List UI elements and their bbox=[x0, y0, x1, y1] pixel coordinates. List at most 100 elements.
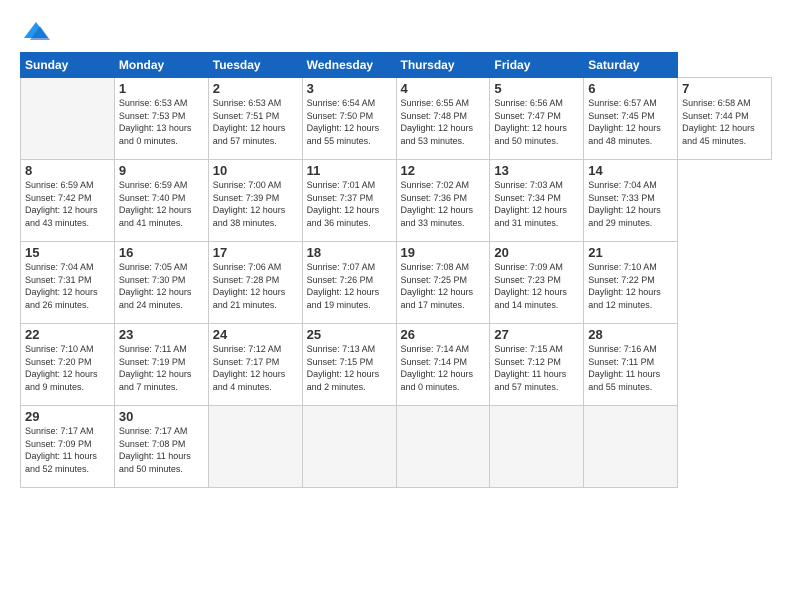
weekday-row: SundayMondayTuesdayWednesdayThursdayFrid… bbox=[21, 53, 772, 78]
day-info: Sunrise: 6:59 AMSunset: 7:40 PMDaylight:… bbox=[119, 179, 204, 229]
calendar-day-cell: 4Sunrise: 6:55 AMSunset: 7:48 PMDaylight… bbox=[396, 78, 490, 160]
day-number: 7 bbox=[682, 81, 767, 96]
day-info: Sunrise: 7:14 AMSunset: 7:14 PMDaylight:… bbox=[401, 343, 486, 393]
calendar-day-cell: 24Sunrise: 7:12 AMSunset: 7:17 PMDayligh… bbox=[208, 324, 302, 406]
day-number: 1 bbox=[119, 81, 204, 96]
weekday-header: Tuesday bbox=[208, 53, 302, 78]
calendar-day-cell: 2Sunrise: 6:53 AMSunset: 7:51 PMDaylight… bbox=[208, 78, 302, 160]
calendar-day-cell bbox=[208, 406, 302, 488]
calendar-day-cell: 7Sunrise: 6:58 AMSunset: 7:44 PMDaylight… bbox=[678, 78, 772, 160]
weekday-header: Friday bbox=[490, 53, 584, 78]
day-number: 12 bbox=[401, 163, 486, 178]
calendar-day-cell: 20Sunrise: 7:09 AMSunset: 7:23 PMDayligh… bbox=[490, 242, 584, 324]
calendar-day-cell: 26Sunrise: 7:14 AMSunset: 7:14 PMDayligh… bbox=[396, 324, 490, 406]
day-number: 19 bbox=[401, 245, 486, 260]
day-number: 11 bbox=[307, 163, 392, 178]
day-number: 3 bbox=[307, 81, 392, 96]
calendar-body: 1Sunrise: 6:53 AMSunset: 7:53 PMDaylight… bbox=[21, 78, 772, 488]
calendar-day-cell: 16Sunrise: 7:05 AMSunset: 7:30 PMDayligh… bbox=[114, 242, 208, 324]
calendar-day-cell: 22Sunrise: 7:10 AMSunset: 7:20 PMDayligh… bbox=[21, 324, 115, 406]
calendar-day-cell: 13Sunrise: 7:03 AMSunset: 7:34 PMDayligh… bbox=[490, 160, 584, 242]
day-number: 10 bbox=[213, 163, 298, 178]
day-info: Sunrise: 6:59 AMSunset: 7:42 PMDaylight:… bbox=[25, 179, 110, 229]
day-info: Sunrise: 6:53 AMSunset: 7:53 PMDaylight:… bbox=[119, 97, 204, 147]
day-number: 9 bbox=[119, 163, 204, 178]
calendar-day-cell: 11Sunrise: 7:01 AMSunset: 7:37 PMDayligh… bbox=[302, 160, 396, 242]
calendar-week-row: 29Sunrise: 7:17 AMSunset: 7:09 PMDayligh… bbox=[21, 406, 772, 488]
calendar-day-cell: 21Sunrise: 7:10 AMSunset: 7:22 PMDayligh… bbox=[584, 242, 678, 324]
calendar-day-cell: 27Sunrise: 7:15 AMSunset: 7:12 PMDayligh… bbox=[490, 324, 584, 406]
day-info: Sunrise: 6:53 AMSunset: 7:51 PMDaylight:… bbox=[213, 97, 298, 147]
calendar-day-cell: 17Sunrise: 7:06 AMSunset: 7:28 PMDayligh… bbox=[208, 242, 302, 324]
day-number: 30 bbox=[119, 409, 204, 424]
day-number: 14 bbox=[588, 163, 673, 178]
day-info: Sunrise: 7:07 AMSunset: 7:26 PMDaylight:… bbox=[307, 261, 392, 311]
day-number: 4 bbox=[401, 81, 486, 96]
calendar-day-cell: 28Sunrise: 7:16 AMSunset: 7:11 PMDayligh… bbox=[584, 324, 678, 406]
day-number: 20 bbox=[494, 245, 579, 260]
day-info: Sunrise: 7:00 AMSunset: 7:39 PMDaylight:… bbox=[213, 179, 298, 229]
day-info: Sunrise: 7:08 AMSunset: 7:25 PMDaylight:… bbox=[401, 261, 486, 311]
weekday-header: Monday bbox=[114, 53, 208, 78]
calendar-day-cell bbox=[302, 406, 396, 488]
day-number: 13 bbox=[494, 163, 579, 178]
day-info: Sunrise: 7:05 AMSunset: 7:30 PMDaylight:… bbox=[119, 261, 204, 311]
page: SundayMondayTuesdayWednesdayThursdayFrid… bbox=[0, 0, 792, 612]
day-number: 24 bbox=[213, 327, 298, 342]
weekday-header: Sunday bbox=[21, 53, 115, 78]
day-number: 16 bbox=[119, 245, 204, 260]
day-info: Sunrise: 7:09 AMSunset: 7:23 PMDaylight:… bbox=[494, 261, 579, 311]
day-info: Sunrise: 7:17 AMSunset: 7:09 PMDaylight:… bbox=[25, 425, 110, 475]
day-number: 22 bbox=[25, 327, 110, 342]
day-info: Sunrise: 7:10 AMSunset: 7:20 PMDaylight:… bbox=[25, 343, 110, 393]
calendar-day-cell: 15Sunrise: 7:04 AMSunset: 7:31 PMDayligh… bbox=[21, 242, 115, 324]
calendar-day-cell: 8Sunrise: 6:59 AMSunset: 7:42 PMDaylight… bbox=[21, 160, 115, 242]
calendar-week-row: 15Sunrise: 7:04 AMSunset: 7:31 PMDayligh… bbox=[21, 242, 772, 324]
day-info: Sunrise: 7:02 AMSunset: 7:36 PMDaylight:… bbox=[401, 179, 486, 229]
day-number: 18 bbox=[307, 245, 392, 260]
calendar-day-cell: 23Sunrise: 7:11 AMSunset: 7:19 PMDayligh… bbox=[114, 324, 208, 406]
weekday-header: Wednesday bbox=[302, 53, 396, 78]
day-number: 21 bbox=[588, 245, 673, 260]
day-info: Sunrise: 6:58 AMSunset: 7:44 PMDaylight:… bbox=[682, 97, 767, 147]
day-info: Sunrise: 6:54 AMSunset: 7:50 PMDaylight:… bbox=[307, 97, 392, 147]
calendar-week-row: 1Sunrise: 6:53 AMSunset: 7:53 PMDaylight… bbox=[21, 78, 772, 160]
weekday-header: Thursday bbox=[396, 53, 490, 78]
day-info: Sunrise: 6:56 AMSunset: 7:47 PMDaylight:… bbox=[494, 97, 579, 147]
day-info: Sunrise: 6:55 AMSunset: 7:48 PMDaylight:… bbox=[401, 97, 486, 147]
day-info: Sunrise: 7:04 AMSunset: 7:33 PMDaylight:… bbox=[588, 179, 673, 229]
calendar-day-cell: 25Sunrise: 7:13 AMSunset: 7:15 PMDayligh… bbox=[302, 324, 396, 406]
calendar-day-cell: 30Sunrise: 7:17 AMSunset: 7:08 PMDayligh… bbox=[114, 406, 208, 488]
calendar-day-cell: 1Sunrise: 6:53 AMSunset: 7:53 PMDaylight… bbox=[114, 78, 208, 160]
day-info: Sunrise: 7:12 AMSunset: 7:17 PMDaylight:… bbox=[213, 343, 298, 393]
calendar-day-cell bbox=[584, 406, 678, 488]
day-info: Sunrise: 7:04 AMSunset: 7:31 PMDaylight:… bbox=[25, 261, 110, 311]
day-number: 28 bbox=[588, 327, 673, 342]
day-info: Sunrise: 7:13 AMSunset: 7:15 PMDaylight:… bbox=[307, 343, 392, 393]
calendar-day-cell: 9Sunrise: 6:59 AMSunset: 7:40 PMDaylight… bbox=[114, 160, 208, 242]
day-number: 26 bbox=[401, 327, 486, 342]
day-number: 17 bbox=[213, 245, 298, 260]
day-number: 5 bbox=[494, 81, 579, 96]
calendar-day-cell: 29Sunrise: 7:17 AMSunset: 7:09 PMDayligh… bbox=[21, 406, 115, 488]
calendar-day-cell: 5Sunrise: 6:56 AMSunset: 7:47 PMDaylight… bbox=[490, 78, 584, 160]
calendar-day-cell: 18Sunrise: 7:07 AMSunset: 7:26 PMDayligh… bbox=[302, 242, 396, 324]
header bbox=[20, 18, 772, 46]
weekday-header: Saturday bbox=[584, 53, 678, 78]
day-info: Sunrise: 7:01 AMSunset: 7:37 PMDaylight:… bbox=[307, 179, 392, 229]
day-number: 25 bbox=[307, 327, 392, 342]
day-info: Sunrise: 6:57 AMSunset: 7:45 PMDaylight:… bbox=[588, 97, 673, 147]
day-info: Sunrise: 7:16 AMSunset: 7:11 PMDaylight:… bbox=[588, 343, 673, 393]
calendar-day-cell: 10Sunrise: 7:00 AMSunset: 7:39 PMDayligh… bbox=[208, 160, 302, 242]
calendar-table: SundayMondayTuesdayWednesdayThursdayFrid… bbox=[20, 52, 772, 488]
day-info: Sunrise: 7:03 AMSunset: 7:34 PMDaylight:… bbox=[494, 179, 579, 229]
calendar-week-row: 22Sunrise: 7:10 AMSunset: 7:20 PMDayligh… bbox=[21, 324, 772, 406]
day-number: 8 bbox=[25, 163, 110, 178]
calendar-day-cell: 3Sunrise: 6:54 AMSunset: 7:50 PMDaylight… bbox=[302, 78, 396, 160]
day-info: Sunrise: 7:10 AMSunset: 7:22 PMDaylight:… bbox=[588, 261, 673, 311]
calendar-day-cell bbox=[21, 78, 115, 160]
day-number: 6 bbox=[588, 81, 673, 96]
logo bbox=[20, 18, 58, 46]
calendar-day-cell: 19Sunrise: 7:08 AMSunset: 7:25 PMDayligh… bbox=[396, 242, 490, 324]
calendar-day-cell: 12Sunrise: 7:02 AMSunset: 7:36 PMDayligh… bbox=[396, 160, 490, 242]
